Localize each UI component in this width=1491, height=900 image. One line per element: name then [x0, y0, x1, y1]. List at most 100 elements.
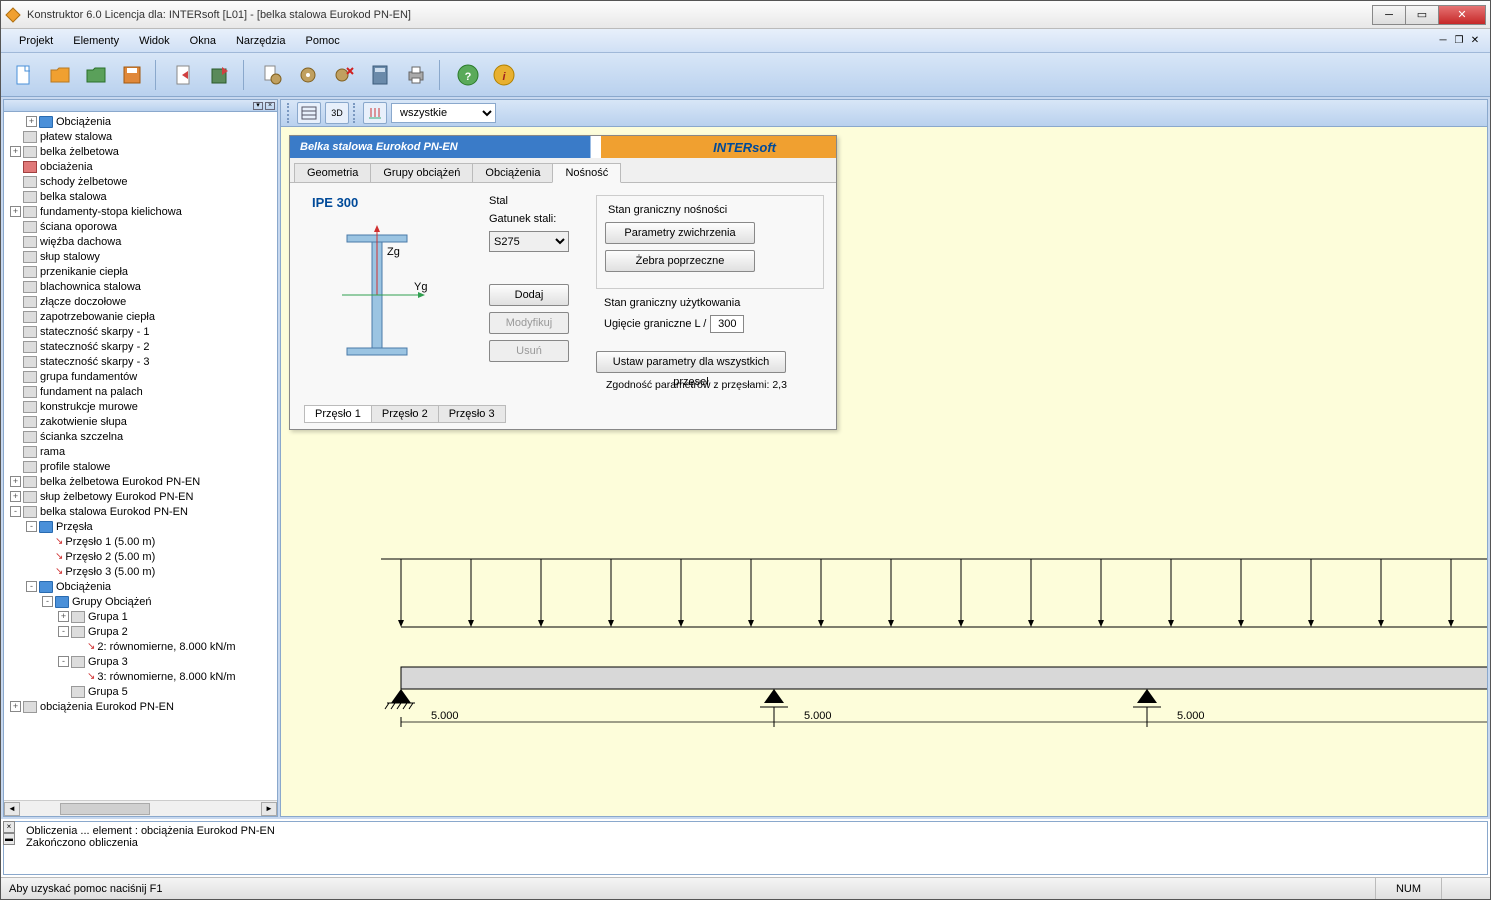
steel-grade-select[interactable]: S275: [489, 231, 569, 252]
tree-item[interactable]: fundament na palach: [4, 384, 277, 399]
tree-item[interactable]: profile stalowe: [4, 459, 277, 474]
canvas[interactable]: Belka stalowa Eurokod PN-EN ● ● ● INTERs…: [280, 127, 1488, 817]
tree-item[interactable]: +Obciążenia: [4, 114, 277, 129]
svg-text:Yg: Yg: [414, 281, 427, 293]
output-log: × ▬ Obliczenia ... element : obciążenia …: [3, 821, 1488, 875]
tree-item[interactable]: schody żelbetowe: [4, 174, 277, 189]
delete-button[interactable]: Usuń: [489, 340, 569, 362]
calculator-icon[interactable]: [365, 60, 395, 90]
export-icon[interactable]: [169, 60, 199, 90]
panel-close-icon[interactable]: ×: [265, 102, 275, 110]
tree-item[interactable]: konstrukcje murowe: [4, 399, 277, 414]
app-icon: [5, 7, 21, 23]
add-button[interactable]: Dodaj: [489, 284, 569, 306]
tree-item[interactable]: -Przęsła: [4, 519, 277, 534]
maximize-button[interactable]: ▭: [1405, 5, 1439, 25]
log-close-icon[interactable]: ×: [3, 821, 15, 833]
tree-item[interactable]: stateczność skarpy - 1: [4, 324, 277, 339]
tree-item[interactable]: ścianka szczelna: [4, 429, 277, 444]
settings-icon[interactable]: [257, 60, 287, 90]
new-icon[interactable]: [9, 60, 39, 90]
tree-item[interactable]: płatew stalowa: [4, 129, 277, 144]
span-tab-3[interactable]: Przęsło 3: [438, 405, 506, 423]
log-line: Zakończono obliczenia: [26, 837, 1481, 849]
close-button[interactable]: ✕: [1438, 5, 1486, 25]
gear-delete-icon[interactable]: [329, 60, 359, 90]
tree-item[interactable]: ↘Przęsło 2 (5.00 m): [4, 549, 277, 564]
span-tab-2[interactable]: Przęsło 2: [371, 405, 439, 423]
tree-item[interactable]: złącze doczołowe: [4, 294, 277, 309]
log-pin-icon[interactable]: ▬: [3, 833, 15, 845]
tree-item[interactable]: +słup żelbetowy Eurokod PN-EN: [4, 489, 277, 504]
tab-nosnosc[interactable]: Nośność: [552, 163, 621, 183]
menu-pomoc[interactable]: Pomoc: [296, 32, 350, 50]
save-icon[interactable]: [117, 60, 147, 90]
menu-projekt[interactable]: Projekt: [9, 32, 63, 50]
tab-obciazenia[interactable]: Obciążenia: [472, 163, 553, 183]
tree-hscroll[interactable]: ◄►: [4, 800, 277, 816]
gear-icon[interactable]: [293, 60, 323, 90]
tree-item[interactable]: -belka stalowa Eurokod PN-EN: [4, 504, 277, 519]
view-3d-icon[interactable]: 3D: [325, 102, 349, 124]
tree-item[interactable]: blachownica stalowa: [4, 279, 277, 294]
tree-item[interactable]: +Grupa 1: [4, 609, 277, 624]
tree-item[interactable]: więźba dachowa: [4, 234, 277, 249]
tree-item[interactable]: Grupa 5: [4, 684, 277, 699]
tree-item[interactable]: +obciążenia Eurokod PN-EN: [4, 699, 277, 714]
tree-item[interactable]: słup stalowy: [4, 249, 277, 264]
import-icon[interactable]: [205, 60, 235, 90]
tree-item[interactable]: ↘Przęsło 1 (5.00 m): [4, 534, 277, 549]
mdi-restore[interactable]: ❐: [1452, 34, 1466, 48]
tree-item[interactable]: stateczność skarpy - 3: [4, 354, 277, 369]
ltb-params-button[interactable]: Parametry zwichrzenia: [605, 222, 755, 244]
help-icon[interactable]: ?: [453, 60, 483, 90]
menu-elementy[interactable]: Elementy: [63, 32, 129, 50]
menu-widok[interactable]: Widok: [129, 32, 180, 50]
svg-text:?: ?: [465, 71, 472, 83]
tree-item[interactable]: belka stalowa: [4, 189, 277, 204]
tree-item[interactable]: grupa fundamentów: [4, 369, 277, 384]
ribs-button[interactable]: Żebra poprzeczne: [605, 250, 755, 272]
tree-item[interactable]: zakotwienie słupa: [4, 414, 277, 429]
tree-item[interactable]: +belka żelbetowa: [4, 144, 277, 159]
tree-item[interactable]: przenikanie ciepła: [4, 264, 277, 279]
tree-item[interactable]: obciażenia: [4, 159, 277, 174]
filter-select[interactable]: wszystkie: [391, 103, 496, 123]
mdi-close[interactable]: ✕: [1468, 34, 1482, 48]
tree-item[interactable]: +belka żelbetowa Eurokod PN-EN: [4, 474, 277, 489]
titlebar: Konstruktor 6.0 Licencja dla: INTERsoft …: [1, 1, 1490, 29]
tree-item[interactable]: zapotrzebowanie ciepła: [4, 309, 277, 324]
project-tree[interactable]: +Obciążeniapłatew stalowa+belka żelbetow…: [4, 112, 277, 800]
tree-item[interactable]: stateczność skarpy - 2: [4, 339, 277, 354]
panel-float-icon[interactable]: ▾: [253, 102, 263, 110]
tree-item[interactable]: -Grupa 3: [4, 654, 277, 669]
set-all-spans-button[interactable]: Ustaw parametry dla wszystkich przęseł: [596, 351, 786, 373]
modify-button[interactable]: Modyfikuj: [489, 312, 569, 334]
tree-item[interactable]: -Obciążenia: [4, 579, 277, 594]
tab-geometria[interactable]: Geometria: [294, 163, 371, 183]
menu-okna[interactable]: Okna: [180, 32, 226, 50]
deflection-input[interactable]: [710, 315, 744, 333]
svg-text:5.000: 5.000: [1177, 710, 1205, 722]
tree-item[interactable]: ↘2: równomierne, 8.000 kN/m: [4, 639, 277, 654]
svg-text:Zg: Zg: [387, 246, 400, 258]
tree-item[interactable]: rama: [4, 444, 277, 459]
view-2d-icon[interactable]: [297, 102, 321, 124]
view-loads-icon[interactable]: [363, 102, 387, 124]
tree-item[interactable]: +fundamenty-stopa kielichowa: [4, 204, 277, 219]
minimize-button[interactable]: ─: [1372, 5, 1406, 25]
tab-grupy[interactable]: Grupy obciążeń: [370, 163, 473, 183]
open2-icon[interactable]: [81, 60, 111, 90]
tree-item[interactable]: ↘Przęsło 3 (5.00 m): [4, 564, 277, 579]
tree-item[interactable]: -Grupy Obciążeń: [4, 594, 277, 609]
open-icon[interactable]: [45, 60, 75, 90]
svg-text:5.000: 5.000: [804, 710, 832, 722]
tree-item[interactable]: ↘3: równomierne, 8.000 kN/m: [4, 669, 277, 684]
tree-item[interactable]: -Grupa 2: [4, 624, 277, 639]
print-icon[interactable]: [401, 60, 431, 90]
info-icon[interactable]: i: [489, 60, 519, 90]
mdi-minimize[interactable]: ─: [1436, 34, 1450, 48]
menu-narzedzia[interactable]: Narzędzia: [226, 32, 296, 50]
tree-item[interactable]: ściana oporowa: [4, 219, 277, 234]
span-tab-1[interactable]: Przęsło 1: [304, 405, 372, 423]
